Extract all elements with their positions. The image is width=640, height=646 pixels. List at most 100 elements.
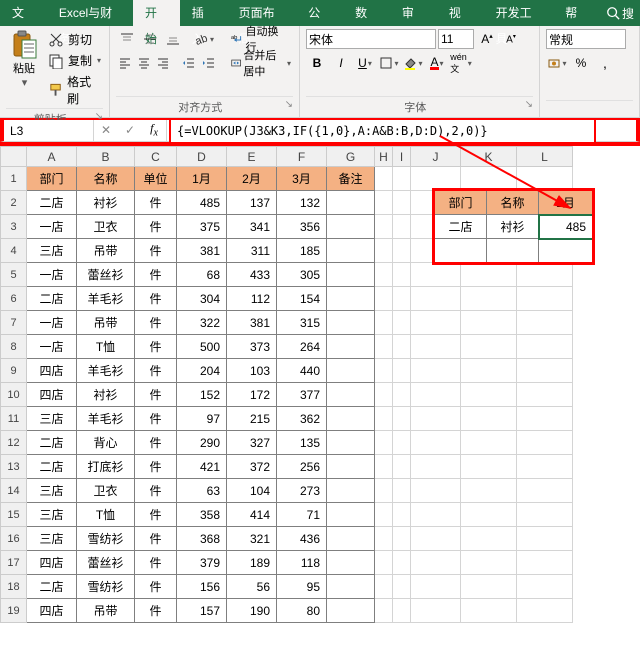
merge-center-button[interactable]: 合并后居中▾	[226, 53, 296, 73]
row-header[interactable]: 8	[1, 335, 27, 359]
cell[interactable]: 衬衫	[77, 383, 135, 407]
cell[interactable]	[461, 287, 517, 311]
cell[interactable]	[375, 215, 393, 239]
cell[interactable]	[393, 263, 411, 287]
cell[interactable]	[461, 479, 517, 503]
cell[interactable]: 80	[277, 599, 327, 623]
cell[interactable]: 衬衫	[77, 191, 135, 215]
increase-indent-button[interactable]	[200, 53, 217, 73]
cell[interactable]: 433	[227, 263, 277, 287]
font-name-select[interactable]	[306, 29, 436, 49]
cell[interactable]: 381	[227, 311, 277, 335]
cell[interactable]: 373	[227, 335, 277, 359]
cell[interactable]: 吊带	[77, 599, 135, 623]
lookup-cell[interactable]: 衬衫	[487, 215, 539, 239]
cell[interactable]	[517, 263, 573, 287]
cell[interactable]: 372	[227, 455, 277, 479]
cell[interactable]: 3月	[277, 167, 327, 191]
insert-function-button[interactable]: fx	[142, 120, 166, 140]
cell[interactable]: 322	[177, 311, 227, 335]
column-header[interactable]: K	[461, 147, 517, 167]
cell[interactable]	[375, 503, 393, 527]
borders-button[interactable]: ▾	[378, 53, 400, 73]
cell[interactable]	[327, 479, 375, 503]
cell[interactable]: 二店	[27, 455, 77, 479]
align-right-button[interactable]	[155, 53, 172, 73]
cell[interactable]: 羊毛衫	[77, 287, 135, 311]
cell[interactable]	[411, 575, 461, 599]
column-header[interactable]: B	[77, 147, 135, 167]
cell[interactable]	[461, 407, 517, 431]
cell[interactable]: 256	[277, 455, 327, 479]
column-header[interactable]: D	[177, 147, 227, 167]
accounting-format-button[interactable]: ▾	[546, 53, 568, 73]
cell[interactable]: 305	[277, 263, 327, 287]
comma-button[interactable]: ,	[594, 53, 616, 73]
cell[interactable]	[517, 431, 573, 455]
format-painter-button[interactable]: 格式刷	[46, 72, 103, 108]
cell[interactable]: T恤	[77, 503, 135, 527]
column-header[interactable]: F	[277, 147, 327, 167]
cell[interactable]: 421	[177, 455, 227, 479]
cell[interactable]	[461, 527, 517, 551]
cell[interactable]: 2月	[227, 167, 277, 191]
cell[interactable]	[393, 407, 411, 431]
cell[interactable]	[411, 551, 461, 575]
font-color-button[interactable]: A▾	[426, 53, 448, 73]
cell[interactable]: 件	[135, 527, 177, 551]
row-header[interactable]: 18	[1, 575, 27, 599]
cell[interactable]	[393, 527, 411, 551]
cell[interactable]: 327	[227, 431, 277, 455]
cell[interactable]	[393, 551, 411, 575]
paste-button[interactable]: 粘贴 ▾	[6, 28, 42, 91]
cell[interactable]: 件	[135, 551, 177, 575]
cell[interactable]	[375, 575, 393, 599]
cell[interactable]: 156	[177, 575, 227, 599]
cell[interactable]: 341	[227, 215, 277, 239]
cell[interactable]	[327, 359, 375, 383]
row-header[interactable]: 10	[1, 383, 27, 407]
copy-button[interactable]: 复制▾	[46, 51, 103, 70]
tab-view[interactable]: 视图	[437, 0, 484, 26]
cell[interactable]	[411, 431, 461, 455]
lookup-cell[interactable]	[487, 239, 539, 263]
column-header[interactable]: J	[411, 147, 461, 167]
cell[interactable]	[411, 359, 461, 383]
cell[interactable]: 436	[277, 527, 327, 551]
cell[interactable]: 背心	[77, 431, 135, 455]
cell[interactable]: 321	[227, 527, 277, 551]
cell[interactable]: 189	[227, 551, 277, 575]
cell[interactable]	[393, 167, 411, 191]
cell[interactable]: 羊毛衫	[77, 407, 135, 431]
cell[interactable]: 68	[177, 263, 227, 287]
column-header[interactable]: G	[327, 147, 375, 167]
cell[interactable]: 362	[277, 407, 327, 431]
phonetic-button[interactable]: wén文▾	[450, 53, 472, 73]
cell[interactable]	[375, 359, 393, 383]
cell[interactable]: 172	[227, 383, 277, 407]
cell[interactable]	[517, 455, 573, 479]
cell[interactable]: 379	[177, 551, 227, 575]
cell[interactable]: 112	[227, 287, 277, 311]
cell[interactable]	[461, 551, 517, 575]
cell[interactable]: 件	[135, 191, 177, 215]
cell[interactable]: 95	[277, 575, 327, 599]
column-header[interactable]: H	[375, 147, 393, 167]
row-header[interactable]: 12	[1, 431, 27, 455]
cell[interactable]: 件	[135, 215, 177, 239]
formula-input[interactable]: {=VLOOKUP(J3&K3,IF({1,0},A:A&B:B,D:D),2,…	[169, 118, 596, 144]
cell[interactable]	[375, 239, 393, 263]
cell[interactable]: 件	[135, 503, 177, 527]
cell[interactable]	[461, 311, 517, 335]
cell[interactable]: 件	[135, 479, 177, 503]
cell[interactable]: 卫衣	[77, 479, 135, 503]
cell[interactable]: 三店	[27, 479, 77, 503]
cell[interactable]	[461, 167, 517, 191]
cell[interactable]	[393, 599, 411, 623]
tab-data[interactable]: 数据	[343, 0, 390, 26]
cell[interactable]: 四店	[27, 383, 77, 407]
cell[interactable]: 卫衣	[77, 215, 135, 239]
row-header[interactable]: 9	[1, 359, 27, 383]
decrease-font-button[interactable]: A▾	[500, 29, 522, 49]
cell[interactable]	[393, 287, 411, 311]
